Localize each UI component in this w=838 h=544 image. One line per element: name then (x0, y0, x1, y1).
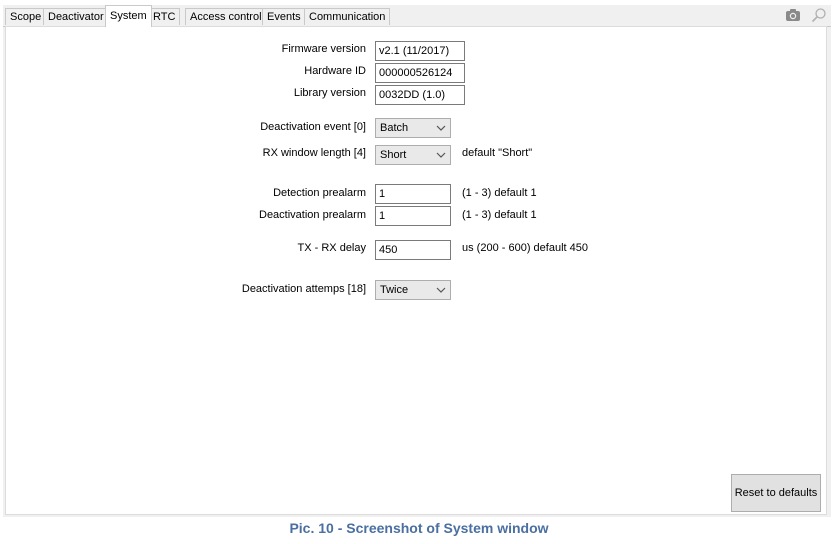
figure-caption: Pic. 10 - Screenshot of System window (289, 520, 549, 536)
tx-rx-delay-input[interactable] (375, 240, 451, 260)
tab-communication[interactable]: Communication (304, 8, 391, 25)
chevron-down-icon (435, 122, 447, 134)
tx-rx-delay-label: TX - RX delay (297, 242, 366, 254)
tab-events[interactable]: Events (262, 8, 306, 25)
detection-prealarm-input[interactable] (375, 184, 451, 204)
system-panel: Firmware version v2.1 (11/2017) Hardware… (5, 26, 827, 515)
rx-window-length-select[interactable]: Short (375, 145, 451, 165)
rx-window-length-label: RX window length [4] (262, 147, 366, 159)
deactivation-prealarm-hint: (1 - 3) default 1 (462, 209, 537, 221)
tab-deactivator[interactable]: Deactivator (43, 8, 109, 25)
deactivation-prealarm-label: Deactivation prealarm (259, 209, 366, 221)
tab-rtc[interactable]: RTC (148, 8, 181, 25)
deactivation-event-label: Deactivation event [0] (260, 121, 366, 133)
deactivation-attempts-value: Twice (380, 284, 409, 296)
firmware-version-field: v2.1 (11/2017) (375, 41, 465, 61)
tab-bar: Scope Deactivator System RTC Access cont… (3, 5, 831, 27)
tab-scope[interactable]: Scope (5, 8, 47, 25)
deactivation-prealarm-input[interactable] (375, 206, 451, 226)
library-version-field: 0032DD (1.0) (375, 85, 465, 105)
library-version-label: Library version (293, 87, 366, 99)
detection-prealarm-label: Detection prealarm (273, 187, 366, 199)
rx-window-length-value: Short (380, 149, 407, 161)
deactivation-attempts-label: Deactivation attemps [18] (241, 283, 366, 295)
tab-access-control[interactable]: Access control (185, 8, 267, 25)
system-window: Scope Deactivator System RTC Access cont… (3, 5, 831, 517)
hardware-id-label: Hardware ID (304, 65, 366, 77)
deactivation-attempts-select[interactable]: Twice (375, 280, 451, 300)
chevron-down-icon (435, 284, 447, 296)
deactivation-event-value: Batch (380, 122, 409, 134)
search-icon[interactable] (811, 7, 827, 23)
tx-rx-delay-hint: us (200 - 600) default 450 (462, 242, 588, 254)
reset-to-defaults-button[interactable]: Reset to defaults (731, 474, 821, 512)
camera-icon[interactable] (785, 7, 801, 23)
deactivation-event-select[interactable]: Batch (375, 118, 451, 138)
chevron-down-icon (435, 149, 447, 161)
tab-system[interactable]: System (105, 5, 152, 27)
detection-prealarm-hint: (1 - 3) default 1 (462, 187, 537, 199)
rx-window-length-hint: default "Short" (462, 147, 533, 159)
firmware-version-label: Firmware version (281, 43, 366, 55)
hardware-id-field: 000000526124 (375, 63, 465, 83)
